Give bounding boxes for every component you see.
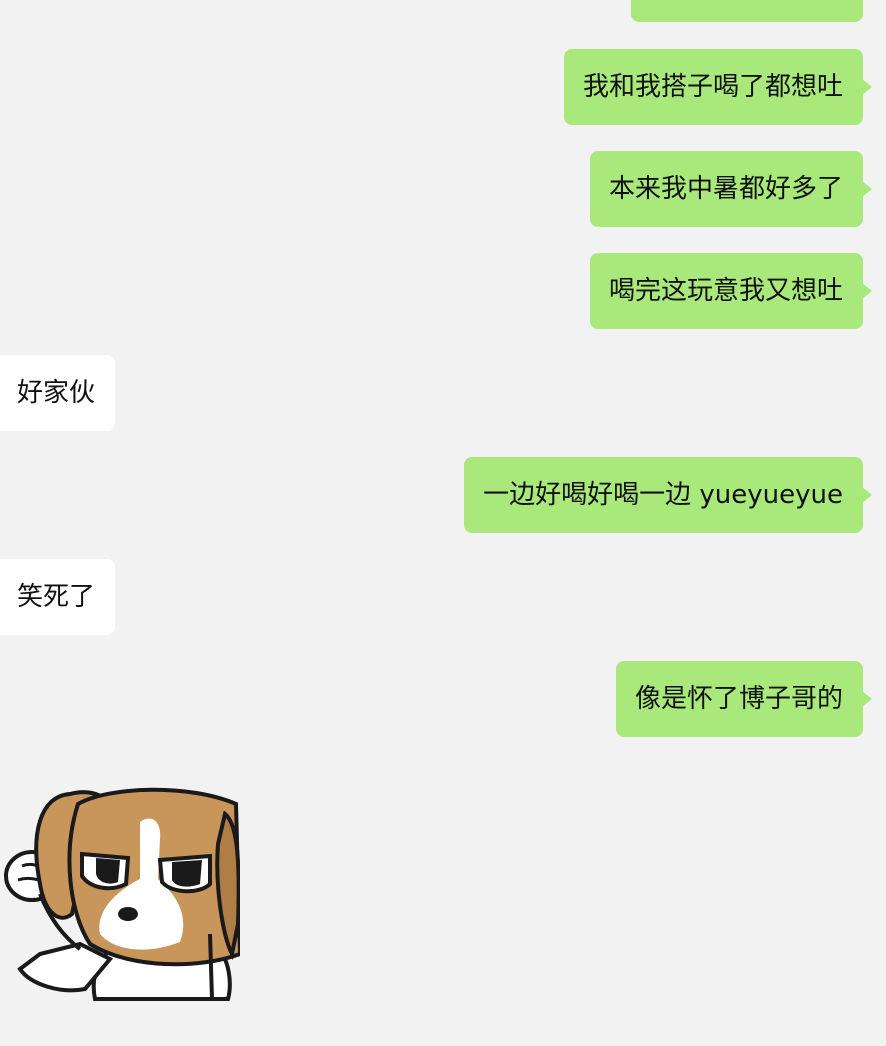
- message-bubble-outgoing[interactable]: 喝完这玩意我又想吐: [589, 253, 873, 329]
- message-bubble-outgoing[interactable]: 我和我搭子喝了都想吐: [563, 49, 873, 125]
- message-bubble-outgoing[interactable]: 像是怀了博子哥的: [615, 661, 873, 737]
- message-text: 本来我中暑都好多了: [608, 174, 843, 204]
- message-bubble-outgoing[interactable]: 本来我中暑都好多了: [589, 151, 873, 227]
- message-text: 好家伙: [17, 378, 96, 408]
- message-text: 像是怀了博子哥的: [634, 684, 843, 714]
- message-bubble-incoming[interactable]: 笑死了: [0, 559, 116, 635]
- chat-message-list: 我和我搭子喝了都想吐 本来我中暑都好多了 喝完这玩意我又想吐 好家伙 一边好喝好…: [0, 0, 886, 1046]
- message-text: 一边好喝好喝一边 yueyueyue: [483, 480, 843, 510]
- beagle-dog-fist-sticker-icon: [4, 787, 240, 1001]
- beagle-sticker-icon[interactable]: [0, 784, 240, 1004]
- message-text: 喝完这玩意我又想吐: [608, 276, 843, 306]
- message-bubble-outgoing[interactable]: 一边好喝好喝一边 yueyueyue: [464, 457, 872, 533]
- message-text: 笑死了: [17, 582, 96, 612]
- message-bubble-incoming[interactable]: 好家伙: [0, 355, 116, 431]
- message-text: 我和我搭子喝了都想吐: [582, 72, 843, 102]
- message-bubble-partial-outgoing[interactable]: [631, 0, 863, 22]
